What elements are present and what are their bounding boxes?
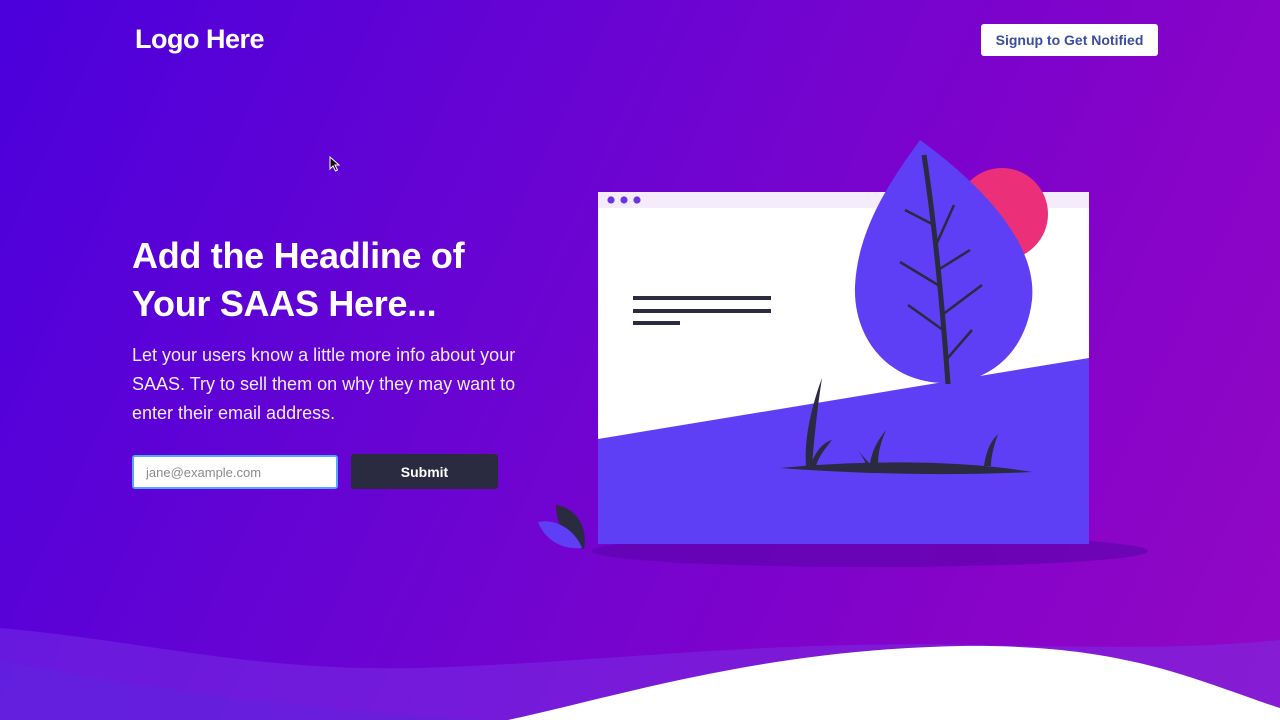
submit-button[interactable]: Submit (351, 454, 498, 489)
page-headline: Add the Headline of Your SAAS Here... (132, 232, 532, 328)
mouse-cursor-icon (329, 156, 341, 172)
side-leaves (538, 505, 585, 549)
wave-background (0, 628, 1280, 720)
window-dot (633, 196, 641, 204)
hero-description: Let your users know a little more info a… (132, 345, 516, 423)
window-dot (607, 196, 615, 204)
headline-line-2: Your SAAS Here... (132, 283, 437, 324)
signup-button[interactable]: Signup to Get Notified (981, 24, 1158, 56)
window-dot (620, 196, 628, 204)
logo[interactable]: Logo Here (135, 24, 265, 55)
hero-illustration (538, 140, 1148, 567)
headline-line-1: Add the Headline of (132, 235, 465, 276)
email-input[interactable] (132, 455, 338, 489)
